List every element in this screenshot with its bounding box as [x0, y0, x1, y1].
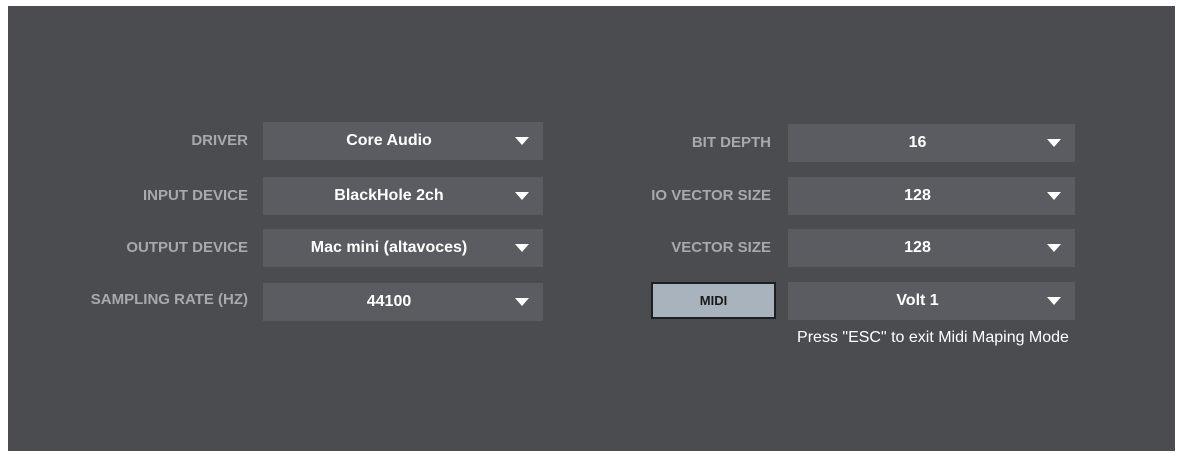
io-vector-size-label: IO VECTOR SIZE — [651, 187, 771, 204]
chevron-down-icon — [515, 137, 529, 145]
chevron-down-icon — [1047, 297, 1061, 305]
chevron-down-icon — [1047, 192, 1061, 200]
output-device-value: Mac mini (altavoces) — [310, 239, 468, 256]
driver-label: DRIVER — [191, 132, 248, 149]
output-device-label: OUTPUT DEVICE — [126, 239, 248, 256]
driver-value: Core Audio — [346, 132, 432, 149]
midi-mapping-hint: Press "ESC" to exit Midi Maping Mode — [797, 329, 1069, 346]
bit-depth-value: 16 — [908, 134, 927, 151]
audio-settings-panel: DRIVER Core Audio INPUT DEVICE BlackHole… — [8, 6, 1175, 451]
sampling-rate-value: 44100 — [366, 293, 412, 310]
chevron-down-icon — [515, 244, 529, 252]
vector-size-select[interactable]: 128 — [788, 229, 1075, 267]
vector-size-value: 128 — [904, 239, 931, 256]
chevron-down-icon — [1047, 139, 1061, 147]
input-device-value: BlackHole 2ch — [334, 187, 444, 204]
input-device-label: INPUT DEVICE — [142, 187, 248, 204]
io-vector-size-select[interactable]: 128 — [788, 177, 1075, 215]
bit-depth-label: BIT DEPTH — [691, 134, 771, 151]
bit-depth-select[interactable]: 16 — [788, 124, 1075, 162]
chevron-down-icon — [515, 298, 529, 306]
driver-select[interactable]: Core Audio — [263, 122, 543, 160]
io-vector-size-value: 128 — [904, 187, 931, 204]
midi-device-value: Volt 1 — [896, 292, 939, 309]
sampling-rate-label: SAMPLING RATE (HZ) — [90, 291, 248, 308]
input-device-select[interactable]: BlackHole 2ch — [263, 177, 543, 215]
sampling-rate-select[interactable]: 44100 — [263, 283, 543, 321]
vector-size-label: VECTOR SIZE — [671, 239, 771, 256]
midi-device-select[interactable]: Volt 1 — [788, 282, 1075, 320]
chevron-down-icon — [515, 192, 529, 200]
output-device-select[interactable]: Mac mini (altavoces) — [263, 229, 543, 267]
chevron-down-icon — [1047, 244, 1061, 252]
midi-button[interactable]: MIDI — [651, 282, 776, 319]
